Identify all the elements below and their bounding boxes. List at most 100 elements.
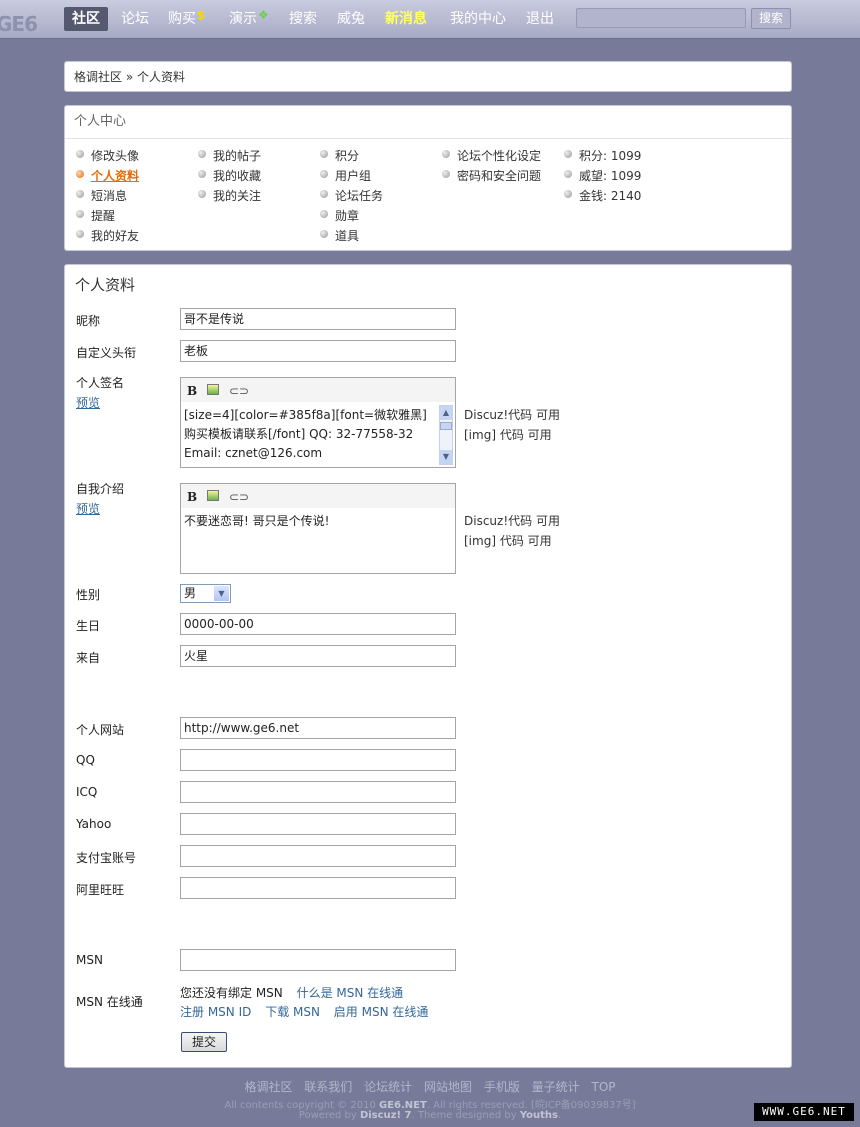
site-logo[interactable]: GE6 xyxy=(0,12,38,36)
msn-online-label: MSN 在线通 xyxy=(76,995,143,1009)
nav-demo-label: 演示 xyxy=(229,11,257,27)
menu-change-avatar[interactable]: 修改头像 xyxy=(76,147,139,164)
bio-toolbar: B ⊂⊃ xyxy=(181,484,455,508)
footer-link-contact[interactable]: 联系我们 xyxy=(304,1080,352,1094)
footer-link-home[interactable]: 格调社区 xyxy=(244,1080,292,1094)
bio-editor[interactable]: B ⊂⊃ 不要迷恋哥! 哥只是个传说! xyxy=(180,483,456,574)
powered-product[interactable]: Discuz! 7 xyxy=(360,1110,412,1121)
menu-credits[interactable]: 积分 xyxy=(320,147,359,164)
footer-powered-by: Powered by Discuz! 7. Theme designed by … xyxy=(0,1110,860,1121)
nickname-label: 昵称 xyxy=(76,314,101,328)
search-input[interactable] xyxy=(576,8,746,28)
yahoo-input[interactable] xyxy=(180,813,456,835)
signature-preview-link[interactable]: 预览 xyxy=(76,394,100,411)
scroll-up-arrow-icon[interactable]: ▲ xyxy=(440,406,452,420)
location-input[interactable]: 火星 xyxy=(180,645,456,667)
menu-reminders[interactable]: 提醒 xyxy=(76,207,115,224)
custom-title-label: 自定义头衔 xyxy=(76,346,137,360)
custom-title-input[interactable]: 老板 xyxy=(180,340,456,362)
signature-hint-img: [img] 代码 可用 xyxy=(464,428,552,442)
footer-link-stats[interactable]: 论坛统计 xyxy=(364,1080,412,1094)
bio-textarea[interactable]: 不要迷恋哥! 哥只是个传说! xyxy=(181,508,455,572)
dollar-icon: $ xyxy=(197,8,206,22)
bold-icon[interactable]: B xyxy=(187,384,197,398)
personal-center-panel: 个人中心 xyxy=(64,105,792,251)
bio-hint-img: [img] 代码 可用 xyxy=(464,534,552,548)
nav-buy-label: 购买 xyxy=(168,11,196,27)
menu-profile[interactable]: 个人资料 xyxy=(76,167,139,184)
msn-label: MSN xyxy=(76,953,103,967)
website-input[interactable]: http://www.ge6.net xyxy=(180,717,456,739)
nav-buy[interactable]: 购买$ xyxy=(168,7,205,31)
powered-author[interactable]: Youths xyxy=(520,1110,558,1121)
signature-editor[interactable]: B ⊂⊃ [size=4][color=#385f8a][font=微软雅黑] … xyxy=(180,377,456,468)
menu-my-favorites[interactable]: 我的收藏 xyxy=(198,167,261,184)
demo-icon: ❖ xyxy=(258,8,269,22)
location-label: 来自 xyxy=(76,651,101,665)
menu-forum-tasks[interactable]: 论坛任务 xyxy=(320,187,383,204)
msn-binding-status: 您还没有绑定 MSN xyxy=(180,986,283,1000)
menu-my-follows[interactable]: 我的关注 xyxy=(198,187,261,204)
stat-prestige: 威望: 1099 xyxy=(564,167,641,184)
signature-scrollbar[interactable]: ▲ ▼ xyxy=(439,405,453,465)
scroll-thumb[interactable] xyxy=(440,422,452,430)
menu-user-group[interactable]: 用户组 xyxy=(320,167,371,184)
icq-input[interactable] xyxy=(180,781,456,803)
alipay-input[interactable] xyxy=(180,845,456,867)
footer-link-top[interactable]: TOP xyxy=(592,1080,616,1094)
bold-icon[interactable]: B xyxy=(187,490,197,504)
menu-medals[interactable]: 勋章 xyxy=(320,207,359,224)
signature-toolbar: B ⊂⊃ xyxy=(181,378,455,402)
aliwangwang-input[interactable] xyxy=(180,877,456,899)
website-label: 个人网站 xyxy=(76,723,125,737)
footer-link-sitemap[interactable]: 网站地图 xyxy=(424,1080,472,1094)
nav-new-messages[interactable]: 新消息 xyxy=(385,7,427,31)
menu-messages[interactable]: 短消息 xyxy=(76,187,127,204)
bio-label: 自我介绍 xyxy=(76,482,125,496)
menu-friends[interactable]: 我的好友 xyxy=(76,227,139,244)
msn-input[interactable] xyxy=(180,949,456,971)
nav-community[interactable]: 社区 xyxy=(64,7,108,31)
alipay-label: 支付宝账号 xyxy=(76,851,137,865)
breadcrumb-separator: » xyxy=(125,70,134,84)
nav-weitu[interactable]: 威兔 xyxy=(337,7,365,31)
footer-link-mobile[interactable]: 手机版 xyxy=(484,1080,520,1094)
menu-forum-personalization[interactable]: 论坛个性化设定 xyxy=(442,147,541,164)
scroll-down-arrow-icon[interactable]: ▼ xyxy=(440,450,452,464)
footer-link-quantum-stats[interactable]: 量子统计 xyxy=(532,1080,580,1094)
nickname-input[interactable]: 哥不是传说 xyxy=(180,308,456,330)
chevron-down-icon[interactable]: ▼ xyxy=(214,586,229,601)
powered-prefix: Powered by xyxy=(298,1110,357,1121)
download-msn-link[interactable]: 下载 MSN xyxy=(265,1005,320,1019)
image-icon[interactable] xyxy=(207,490,219,501)
menu-my-posts[interactable]: 我的帖子 xyxy=(198,147,261,164)
signature-textarea[interactable]: [size=4][color=#385f8a][font=微软雅黑] 购买模板请… xyxy=(181,402,455,466)
birthday-input[interactable]: 0000-00-00 xyxy=(180,613,456,635)
submit-button[interactable]: 提交 xyxy=(181,1032,227,1052)
bio-hint-discuz: Discuz!代码 可用 xyxy=(464,514,560,528)
register-msn-link[interactable]: 注册 MSN ID xyxy=(180,1005,251,1019)
powered-middle: . Theme designed by xyxy=(411,1110,517,1121)
watermark: WWW.GE6.NET xyxy=(754,1103,854,1121)
nav-search[interactable]: 搜索 xyxy=(289,7,317,31)
enable-msn-online-link[interactable]: 启用 MSN 在线通 xyxy=(334,1005,429,1019)
bio-preview-link[interactable]: 预览 xyxy=(76,500,100,517)
breadcrumb-home-link[interactable]: 格调社区 xyxy=(74,70,122,84)
qq-input[interactable] xyxy=(180,749,456,771)
menu-password-security[interactable]: 密码和安全问题 xyxy=(442,167,541,184)
link-icon[interactable]: ⊂⊃ xyxy=(229,490,249,504)
gender-select[interactable]: 男 ▼ xyxy=(180,584,231,603)
link-icon[interactable]: ⊂⊃ xyxy=(229,384,249,398)
breadcrumb-current: 个人资料 xyxy=(137,70,186,84)
nav-my-center[interactable]: 我的中心 xyxy=(450,7,506,31)
breadcrumb: 格调社区 » 个人资料 xyxy=(64,61,792,92)
search-button[interactable]: 搜索 xyxy=(751,8,791,29)
powered-end: . xyxy=(558,1110,562,1121)
what-is-msn-online-link[interactable]: 什么是 MSN 在线通 xyxy=(297,986,404,1000)
nav-forum[interactable]: 论坛 xyxy=(121,7,149,31)
image-icon[interactable] xyxy=(207,384,219,395)
menu-props[interactable]: 道具 xyxy=(320,227,359,244)
nav-logout[interactable]: 退出 xyxy=(526,7,554,31)
footer-copyright: All contents copyright © 2010 GE6.NET. A… xyxy=(0,1096,860,1111)
nav-demo[interactable]: 演示❖ xyxy=(229,7,269,31)
